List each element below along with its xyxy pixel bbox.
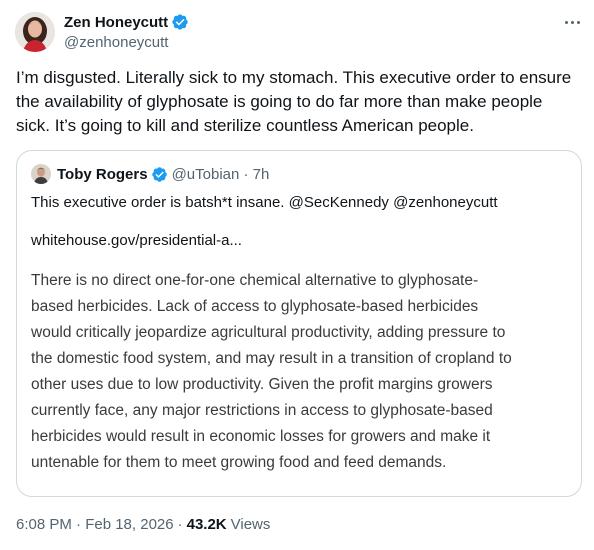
image-text-line: There is no direct one-for-one chemical …: [31, 272, 479, 289]
image-text-line: untenable for them to meet growing food …: [31, 454, 447, 471]
more-options-icon[interactable]: [560, 12, 584, 32]
views-count: 43.2K: [186, 515, 227, 533]
image-text-line: herbicides would result in economic loss…: [31, 428, 491, 445]
author-avatar[interactable]: [15, 12, 55, 52]
quoted-tweet-card[interactable]: Toby Rogers @uTobian · 7h This executive…: [16, 150, 582, 497]
quoted-tweet-link[interactable]: whitehouse.gov/presidential-a...: [31, 231, 242, 251]
quoted-tweet-image-text: There is no direct one-for-one chemical …: [31, 268, 571, 476]
tweet-timestamp[interactable]: 6:08 PM · Feb 18, 2026: [16, 516, 174, 533]
quoted-tweet-text: This executive order is batsh*t insane. …: [31, 194, 498, 211]
author-handle[interactable]: @zenhoneycutt: [64, 34, 189, 51]
tweet-meta: 6:08 PM · Feb 18, 2026 · 43.2K Views: [16, 514, 270, 534]
image-text-line: would critically jeopardize agricultural…: [31, 324, 506, 341]
quoted-tweet-header: Toby Rogers @uTobian · 7h: [31, 164, 269, 184]
author-name[interactable]: Zen Honeycutt: [64, 14, 168, 31]
tweet: Zen Honeycutt @zenhoneycutt I’m disguste…: [0, 0, 594, 550]
quoted-author-handle[interactable]: @uTobian · 7h: [172, 166, 270, 183]
tweet-text: I’m disgusted. Literally sick to my stom…: [16, 68, 572, 135]
image-text-line: other uses due to low productivity. Give…: [31, 376, 493, 393]
verified-badge-icon: [151, 166, 167, 182]
verified-badge-icon: [172, 14, 188, 30]
image-text-line: based herbicides. Lack of access to glyp…: [31, 298, 479, 315]
avatar-image: [15, 12, 55, 52]
author-block: Zen Honeycutt @zenhoneycutt: [64, 12, 189, 51]
author-name-row: Zen Honeycutt: [64, 12, 189, 32]
meta-separator: ·: [177, 515, 183, 533]
views-label: Views: [230, 515, 271, 533]
quoted-avatar-image: [31, 164, 51, 184]
quoted-author-avatar[interactable]: [31, 164, 51, 184]
quoted-author-name[interactable]: Toby Rogers: [57, 166, 148, 183]
image-text-line: the domestic food system, and may result…: [31, 350, 512, 367]
image-text-line: currently face, any major restrictions i…: [31, 402, 493, 419]
